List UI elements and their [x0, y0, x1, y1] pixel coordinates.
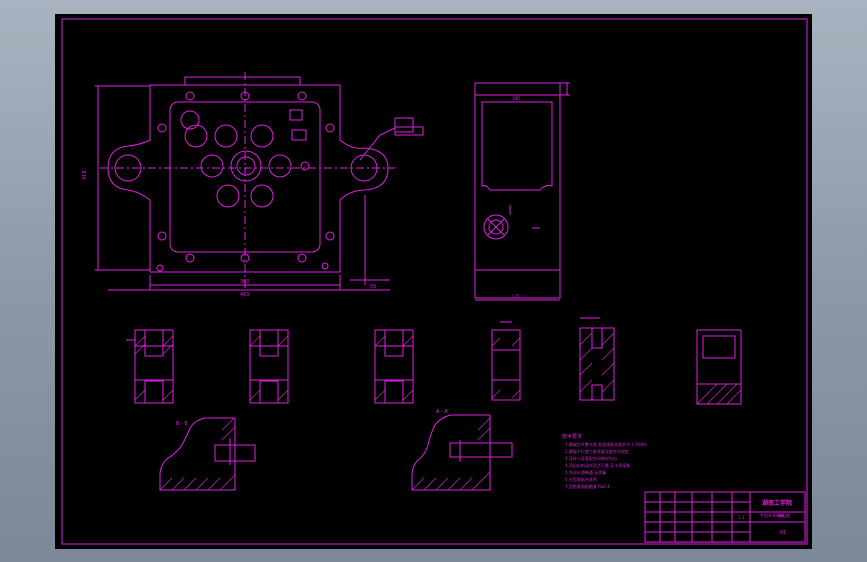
dim-side-top: 190: [512, 96, 520, 101]
detail-section-4: [491, 321, 521, 401]
detail-section-3: [374, 329, 414, 404]
scale-value: 1:1: [738, 515, 745, 520]
note-line: 2.模架平行度与垂直度误差符合规定: [565, 448, 629, 454]
note-line: 7.型腔表面粗糙度 Ra0.4: [565, 483, 610, 489]
detail-section-2: [249, 329, 289, 404]
dim-side-bottom: 135: [512, 294, 520, 299]
sheet-label: 装配图: [778, 512, 790, 518]
section-b-view: [159, 417, 256, 491]
detail-section-5: [579, 317, 615, 401]
top-view: [95, 72, 424, 291]
side-view: [474, 82, 570, 301]
dim-offset: 55: [370, 284, 376, 290]
note-line: 1.模架应平整光滑,各连接配合面积不小于80%: [565, 441, 647, 447]
top-edge-strip: [184, 76, 301, 86]
detail-section-6: [696, 329, 742, 405]
note-line: 6.分型面贴合紧密: [565, 476, 597, 482]
detail-section-1: [126, 329, 174, 404]
school-name: 湖南工学院: [762, 499, 792, 507]
sheet-number: 01: [780, 530, 786, 536]
notes-title: 技术要求: [562, 433, 582, 440]
section-a-view: [411, 414, 513, 491]
dim-width: 380: [240, 279, 250, 285]
note-line: 5.冷却水道畅通,无渗漏: [565, 469, 606, 475]
base-plate-outline: [107, 84, 389, 273]
section-a-label: A - A: [436, 409, 448, 415]
cad-drawing[interactable]: 418 380 460 55 190 135 B - B A - A 技术要求 …: [0, 0, 867, 562]
dim-height: 418: [82, 170, 88, 180]
note-line: 4.顶出机构动作灵活可靠,无卡滞现象: [565, 462, 630, 468]
note-line: 3.导柱与导套配合间隙应均匀: [565, 455, 617, 461]
section-b-label: B - B: [176, 421, 188, 427]
dim-total: 460: [240, 292, 250, 298]
drawing-border: [61, 18, 808, 545]
